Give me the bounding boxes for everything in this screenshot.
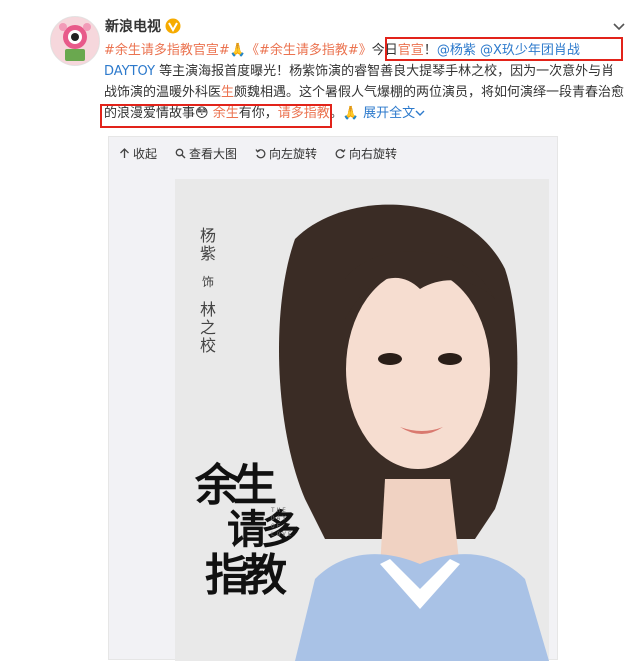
post-text-fragment: ！: [423, 43, 437, 58]
view-large-button[interactable]: 查看大图: [175, 145, 237, 162]
expand-chevron-icon[interactable]: [415, 109, 425, 117]
account-name-row: 新浪电视: [105, 16, 181, 36]
view-large-label: 查看大图: [189, 146, 238, 161]
expand-full-text-link[interactable]: 展开全文: [363, 106, 415, 121]
pink-tv-mascot-icon: [51, 17, 99, 65]
post-text-fragment: 有你，: [238, 106, 278, 121]
account-avatar[interactable]: [50, 16, 100, 66]
arrow-up-icon: [120, 147, 129, 158]
post-text: #余生请多指教官宣#🙏《#余生请多指教#》今日官宣！@杨紫 @X玖少年团肖战DA…: [104, 40, 626, 124]
rotate-left-label: 向左旋转: [269, 146, 318, 161]
topic-link[interactable]: 官宣: [398, 43, 424, 58]
rotate-left-button[interactable]: 向左旋转: [255, 145, 317, 162]
mention-link[interactable]: @杨紫: [437, 43, 476, 58]
poster-character-name: 林之校: [199, 300, 216, 355]
rotate-right-label: 向右旋转: [349, 146, 398, 161]
media-toolbar: 收起 查看大图 向左旋转 向右旋转: [119, 143, 397, 163]
drama-poster-image[interactable]: 杨紫 饰 林之校 余生 请多 指教 THE DAY OF LOVE: [175, 179, 549, 661]
poster-actor-name: 杨紫: [199, 226, 216, 263]
emoji-icon: 🙏: [229, 43, 246, 58]
verified-v-icon: [165, 18, 181, 34]
account-name[interactable]: 新浪电视: [105, 16, 161, 36]
emoji-icon: 🙏: [342, 106, 359, 121]
rotate-right-button[interactable]: 向右旋转: [335, 145, 397, 162]
poster-title-english: THE DAY OF LOVE: [271, 507, 294, 538]
media-viewer: 收起 查看大图 向左旋转 向右旋转 杨紫 饰 林之校 余生 请多 指教 THE …: [108, 136, 558, 661]
topic-link[interactable]: 生: [221, 85, 234, 100]
topic-link[interactable]: 请多指教: [278, 106, 330, 121]
emoji-icon: 😳: [195, 106, 209, 121]
collapse-button[interactable]: 收起: [119, 145, 157, 162]
poster-cast-credit: 杨紫 饰 林之校: [195, 227, 221, 355]
weibo-post-card: 新浪电视 #余生请多指教官宣#🙏《#余生请多指教#》今日官宣！@杨紫 @X玖少年…: [0, 0, 640, 661]
topic-link[interactable]: #余生请多指教官宣#: [104, 43, 230, 58]
poster-title-line3: 指教: [205, 550, 287, 601]
post-text-fragment: 。: [329, 106, 343, 121]
topic-link[interactable]: 《#余生请多指教#》: [246, 43, 372, 58]
chevron-down-icon[interactable]: [612, 22, 626, 32]
topic-link[interactable]: 余生: [213, 106, 239, 121]
rotate-left-icon: [255, 148, 266, 158]
poster-role-as: 饰: [201, 275, 214, 289]
rotate-right-icon: [335, 148, 346, 158]
collapse-label: 收起: [133, 146, 158, 161]
magnifier-icon: [175, 148, 186, 158]
post-text-fragment: 今日: [371, 43, 398, 58]
